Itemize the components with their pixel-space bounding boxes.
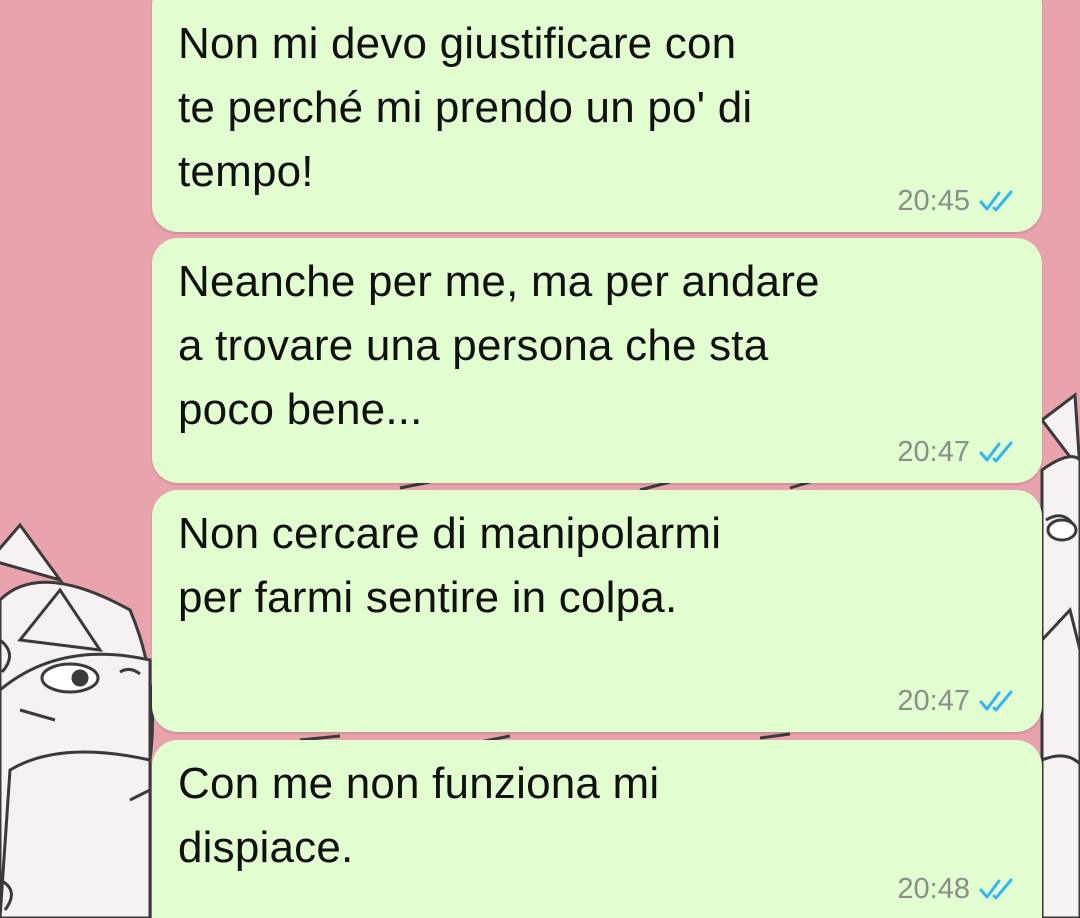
double-check-icon	[979, 190, 1013, 212]
message-time: 20:45	[897, 184, 970, 217]
message-meta: 20:45	[897, 184, 1018, 218]
message-text: Non mi devo giustificare con te perché m…	[178, 19, 753, 196]
double-check-icon	[979, 690, 1013, 712]
double-check-icon	[979, 441, 1013, 463]
message-meta: 20:48	[897, 872, 1018, 906]
message-meta: 20:47	[897, 435, 1018, 469]
message-time: 20:48	[897, 872, 970, 905]
message-meta: 20:47	[897, 684, 1018, 718]
message-text: Con me non funziona mi dispiace.	[178, 759, 660, 872]
message-bubble[interactable]: Non mi devo giustificare con te perché m…	[152, 0, 1042, 232]
message-time: 20:47	[897, 684, 970, 717]
message-time: 20:47	[897, 435, 970, 468]
cat-doodle-right	[1039, 392, 1080, 918]
double-check-icon	[979, 878, 1013, 900]
message-bubble[interactable]: Con me non funziona mi dispiace. 20:48	[152, 740, 1042, 918]
message-text: Non cercare di manipolarmi per farmi sen…	[178, 509, 722, 622]
message-bubble[interactable]: Non cercare di manipolarmi per farmi sen…	[152, 490, 1042, 732]
message-text: Neanche per me, ma per andare a trovare …	[178, 257, 820, 434]
message-bubble[interactable]: Neanche per me, ma per andare a trovare …	[152, 238, 1042, 483]
